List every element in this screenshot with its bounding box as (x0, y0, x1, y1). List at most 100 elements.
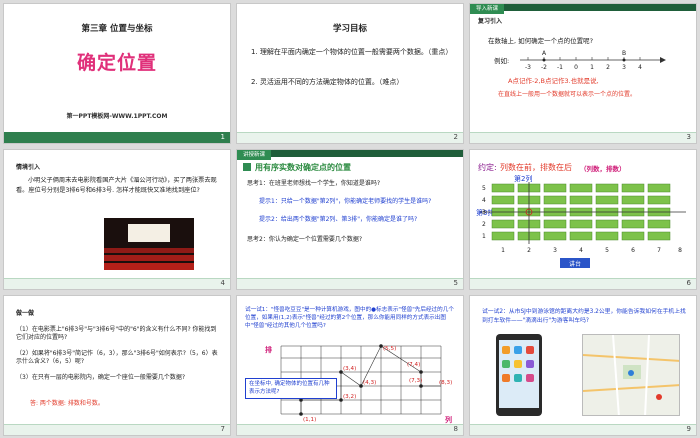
point-label: (4,3) (363, 380, 376, 386)
slide-number: 7 (220, 425, 225, 433)
slide-number: 1 (220, 133, 225, 141)
slide-thumbnail-1[interactable]: 第三章 位置与坐标 确定位置 第一PPT模板网-WWW.1PPT.COM 1 (3, 3, 231, 144)
think-1: 思考1：在班里老师想找一个学生，你知道是谁吗? (247, 180, 381, 187)
column-number: 3 (553, 247, 557, 254)
problem-text: 试一试1："怪兽吃豆豆"是一种计算机游戏，图中的●标志表示"怪兽"先后经过的几个… (245, 307, 454, 329)
section-badge: 讲授新课 (237, 150, 272, 160)
point-label: (7,4) (407, 362, 420, 368)
story-text: 小明父子俩周末去电影院看国产大片《湄公河行动》，买了两张票去观看。座位号分别是3… (16, 177, 217, 194)
question-3: （3）在只有一层的电影院内，确定一个座位一般需要几个数据? (16, 374, 186, 381)
point-a-dot (542, 58, 546, 62)
question-1: （1）在电影票上"6排3号"与"3排6号"中的"6"的含义有什么不同? 你能找到… (16, 326, 217, 341)
row-number: 3 (482, 209, 486, 216)
slide-heading: 学习目标 (332, 24, 367, 34)
column-number: 1 (501, 247, 505, 254)
row-number: 1 (482, 233, 486, 240)
podium-label: 讲台 (569, 260, 581, 268)
app-icon (502, 346, 510, 354)
path-point (299, 412, 303, 416)
slide-number: 3 (686, 133, 691, 141)
agreement-prefix: 约定: (478, 163, 497, 172)
column-number: 8 (678, 247, 682, 254)
slide-number: 6 (686, 279, 691, 287)
map-screenshot (582, 334, 680, 416)
tick-label: 0 (574, 64, 578, 71)
callout-box: 在坐标中, 确定物体的位置有几种表示方法呢? (245, 378, 337, 399)
chapter-title: 第三章 位置与坐标 (81, 24, 153, 34)
footer-text: 第一PPT模板网-WWW.1PPT.COM (66, 113, 168, 120)
section-label: 情境引入 (16, 164, 41, 171)
slide-number: 2 (453, 133, 458, 141)
question-2: （2）如果将"6排3号"简记作（6，3），那么"3排6号"如何表示?（5，6）表… (16, 350, 218, 365)
tick-label: 3 (622, 64, 626, 71)
slide-thumbnail-4[interactable]: 情境引入 小明父子俩周末去电影院看国产大片《湄公河行动》，买了两张票去观看。座位… (3, 149, 231, 290)
app-icon (514, 374, 522, 382)
app-icon (514, 346, 522, 354)
slide-thumbnail-5[interactable]: 讲授新课 用有序实数对确定点的位置 思考1：在班里老师想找一个学生，你知道是谁吗… (236, 149, 464, 290)
slide-number: 8 (453, 425, 458, 433)
section-badge: 导入新课 (470, 4, 505, 14)
row-number: 5 (482, 185, 486, 192)
seating-grid: 5 4 3 2 1 1 2 3 4 5 6 7 8 讲台 (480, 182, 686, 268)
phone-screenshot (496, 334, 542, 416)
heading-marker (243, 163, 251, 171)
slide-sorter-grid: 第三章 位置与坐标 确定位置 第一PPT模板网-WWW.1PPT.COM 1 学… (0, 0, 700, 438)
tick-label: -3 (525, 64, 531, 71)
point-label: (5,5) (383, 346, 396, 352)
answer-text: A点记作-2,B点记作3.也就是说, (508, 77, 599, 85)
app-icon (526, 346, 534, 354)
app-icon (502, 374, 510, 382)
agreement-rule: 列数在前，排数在后 (500, 163, 572, 172)
column-number: 7 (657, 247, 661, 254)
app-icon (526, 374, 534, 382)
axis-label-column: 列 (445, 415, 452, 424)
footer-strip (470, 424, 696, 435)
section-label: 做一做 (16, 310, 35, 317)
tick-label: 2 (606, 64, 610, 71)
path-point (419, 370, 423, 374)
tick-label: 1 (590, 64, 594, 71)
slide-thumbnail-3[interactable]: 导入新课 复习引入 在数轴上, 如何确定一个点的位置呢? 例如: -3 -2 -… (469, 3, 697, 144)
row-number: 4 (482, 197, 486, 204)
point-label: (3,4) (343, 366, 356, 372)
slide-thumbnail-7[interactable]: 做一做 （1）在电影票上"6排3号"与"3排6号"中的"6"的含义有什么不同? … (3, 295, 231, 436)
footer-strip (4, 278, 230, 289)
point-label: (8,3) (439, 380, 452, 386)
example-label: 例如: (494, 57, 510, 65)
think-2: 思考2：你认为确定一个位置需要几个数据? (247, 236, 363, 243)
footer-strip (237, 132, 463, 143)
destination-pin-icon (656, 394, 662, 400)
slide-thumbnail-9[interactable]: 试一试2：从市SJ中到游泳馆的距离大约是3.2公里，你能告诉我如何在手机上找到打… (469, 295, 697, 436)
section-label: 复习引入 (478, 18, 503, 25)
footer-strip (4, 132, 230, 143)
goal-1: 1. 理解在平面内确定一个物体的位置一般需要两个数据。（重点） (251, 48, 453, 56)
cinema-photo (104, 218, 194, 270)
column-number: 6 (631, 247, 635, 254)
footer-strip (237, 278, 463, 289)
point-a-label: A (542, 50, 547, 57)
path-point (419, 384, 423, 388)
agreement-format: （列数，排数） (580, 165, 626, 173)
tick-label: -1 (557, 64, 563, 71)
tick-label: 4 (638, 64, 642, 71)
hint-2: 提示2：给出两个数据"第2列、第3排"，你能确定是谁了吗? (259, 216, 418, 223)
slide-thumbnail-8[interactable]: 试一试1："怪兽吃豆豆"是一种计算机游戏，图中的●标志表示"怪兽"先后经过的几个… (236, 295, 464, 436)
column-number: 2 (527, 247, 531, 254)
location-pin-icon (628, 370, 634, 376)
footer-strip (237, 424, 463, 435)
app-icon (514, 360, 522, 368)
slide-title: 确定位置 (76, 52, 157, 74)
cinema-screen (128, 224, 170, 242)
slide-number: 9 (686, 425, 691, 433)
point-label: (3,2) (343, 394, 356, 400)
slide-thumbnail-6[interactable]: 约定: 列数在前，排数在后 （列数，排数） 第2列 第3排 5 4 3 2 1 (469, 149, 697, 290)
footer-strip (470, 132, 696, 143)
slide-number: 4 (220, 279, 225, 287)
answer-text-2: 在直线上一般用一个数据就可以表示一个点的位置。 (498, 91, 637, 98)
goal-2: 2. 灵活运用不同的方法确定物体的位置。（难点） (251, 78, 404, 86)
row-number: 2 (482, 221, 486, 228)
map-roads (583, 335, 679, 415)
slide-thumbnail-2[interactable]: 学习目标 1. 理解在平面内确定一个物体的位置一般需要两个数据。（重点） 2. … (236, 3, 464, 144)
column-number: 5 (605, 247, 609, 254)
point-label: (1,1) (303, 417, 316, 423)
